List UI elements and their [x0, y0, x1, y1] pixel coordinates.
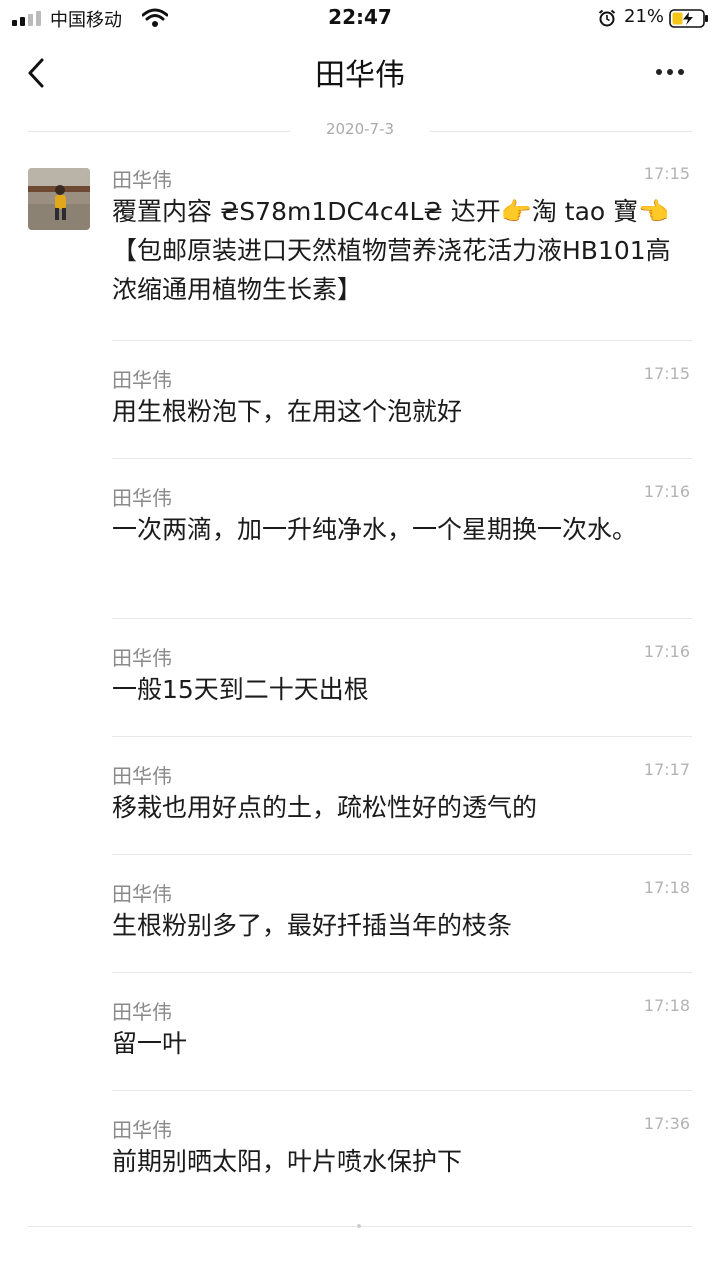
message-sender: 田华伟: [112, 882, 172, 906]
message-time: 17:18: [643, 878, 690, 897]
avatar[interactable]: [28, 168, 90, 230]
message-item[interactable]: 田华伟 17:18 留一叶: [112, 996, 692, 1076]
message-separator: [112, 618, 692, 619]
message-sender: 田华伟: [112, 646, 172, 670]
message-time: 17:18: [643, 996, 690, 1015]
message-text: 移栽也用好点的土，疏松性好的透气的: [112, 793, 538, 822]
message-text: 前期别晒太阳，叶片喷水保护下: [112, 1147, 463, 1176]
status-bar: 中国移动 22:47 21%: [0, 0, 720, 36]
message-sender: 田华伟: [112, 486, 172, 510]
message-separator: [112, 340, 692, 341]
message-item[interactable]: 田华伟 17:16 一次两滴，加一升纯净水，一个星期换一次水。: [112, 482, 692, 602]
message-separator: [112, 458, 692, 459]
message-sender: 田华伟: [112, 764, 172, 788]
message-time: 17:15: [643, 164, 690, 183]
date-divider: 2020-7-3: [28, 118, 692, 144]
message-item[interactable]: 田华伟 17:18 生根粉别多了，最好扦插当年的枝条: [112, 878, 692, 958]
message-time: 17:36: [643, 1114, 690, 1133]
message-time: 17:15: [643, 364, 690, 383]
message-sender: 田华伟: [112, 368, 172, 392]
message-item[interactable]: 田华伟 17:15 覆置内容 ₴S78m1DC4c4L₴ 达开👉淘 tao 寶👈…: [112, 164, 692, 334]
message-item[interactable]: 田华伟 17:17 移栽也用好点的土，疏松性好的透气的: [112, 760, 692, 840]
message-text: 生根粉别多了，最好扦插当年的枝条: [112, 911, 513, 940]
more-options-icon[interactable]: [650, 66, 690, 78]
message-text: 一般15天到二十天出根: [112, 675, 369, 704]
message-text: 覆置内容 ₴S78m1DC4c4L₴ 达开👉淘 tao 寶👈【包邮原装进口天然植…: [112, 197, 671, 304]
message-text: 一次两滴，加一升纯净水，一个星期换一次水。: [112, 515, 638, 544]
avatar-photo: [28, 168, 90, 230]
message-item[interactable]: 田华伟 17:16 一般15天到二十天出根: [112, 642, 692, 722]
divider-line: [430, 131, 692, 132]
message-text: 用生根粉泡下，在用这个泡就好: [112, 397, 463, 426]
page-title: 田华伟: [315, 58, 405, 93]
message-time: 17:17: [643, 760, 690, 779]
message-time: 17:16: [643, 482, 690, 501]
message-time: 17:16: [643, 642, 690, 661]
message-separator: [112, 736, 692, 737]
message-separator: [112, 972, 692, 973]
message-separator: [112, 1090, 692, 1091]
battery-percent: 21%: [624, 6, 665, 27]
message-item[interactable]: 田华伟 17:15 用生根粉泡下，在用这个泡就好: [112, 364, 692, 444]
message-sender: 田华伟: [112, 1000, 172, 1024]
chat-header: 田华伟: [0, 40, 720, 106]
list-end-dot: [357, 1224, 361, 1228]
message-sender: 田华伟: [112, 168, 172, 192]
message-separator: [112, 854, 692, 855]
battery-charging-icon: [669, 9, 708, 28]
alarm-icon: [598, 9, 616, 27]
date-label: 2020-7-3: [325, 120, 395, 138]
message-text: 留一叶: [112, 1029, 188, 1058]
message-item[interactable]: 田华伟 17:36 前期别晒太阳，叶片喷水保护下: [112, 1114, 692, 1194]
message-sender: 田华伟: [112, 1118, 172, 1142]
